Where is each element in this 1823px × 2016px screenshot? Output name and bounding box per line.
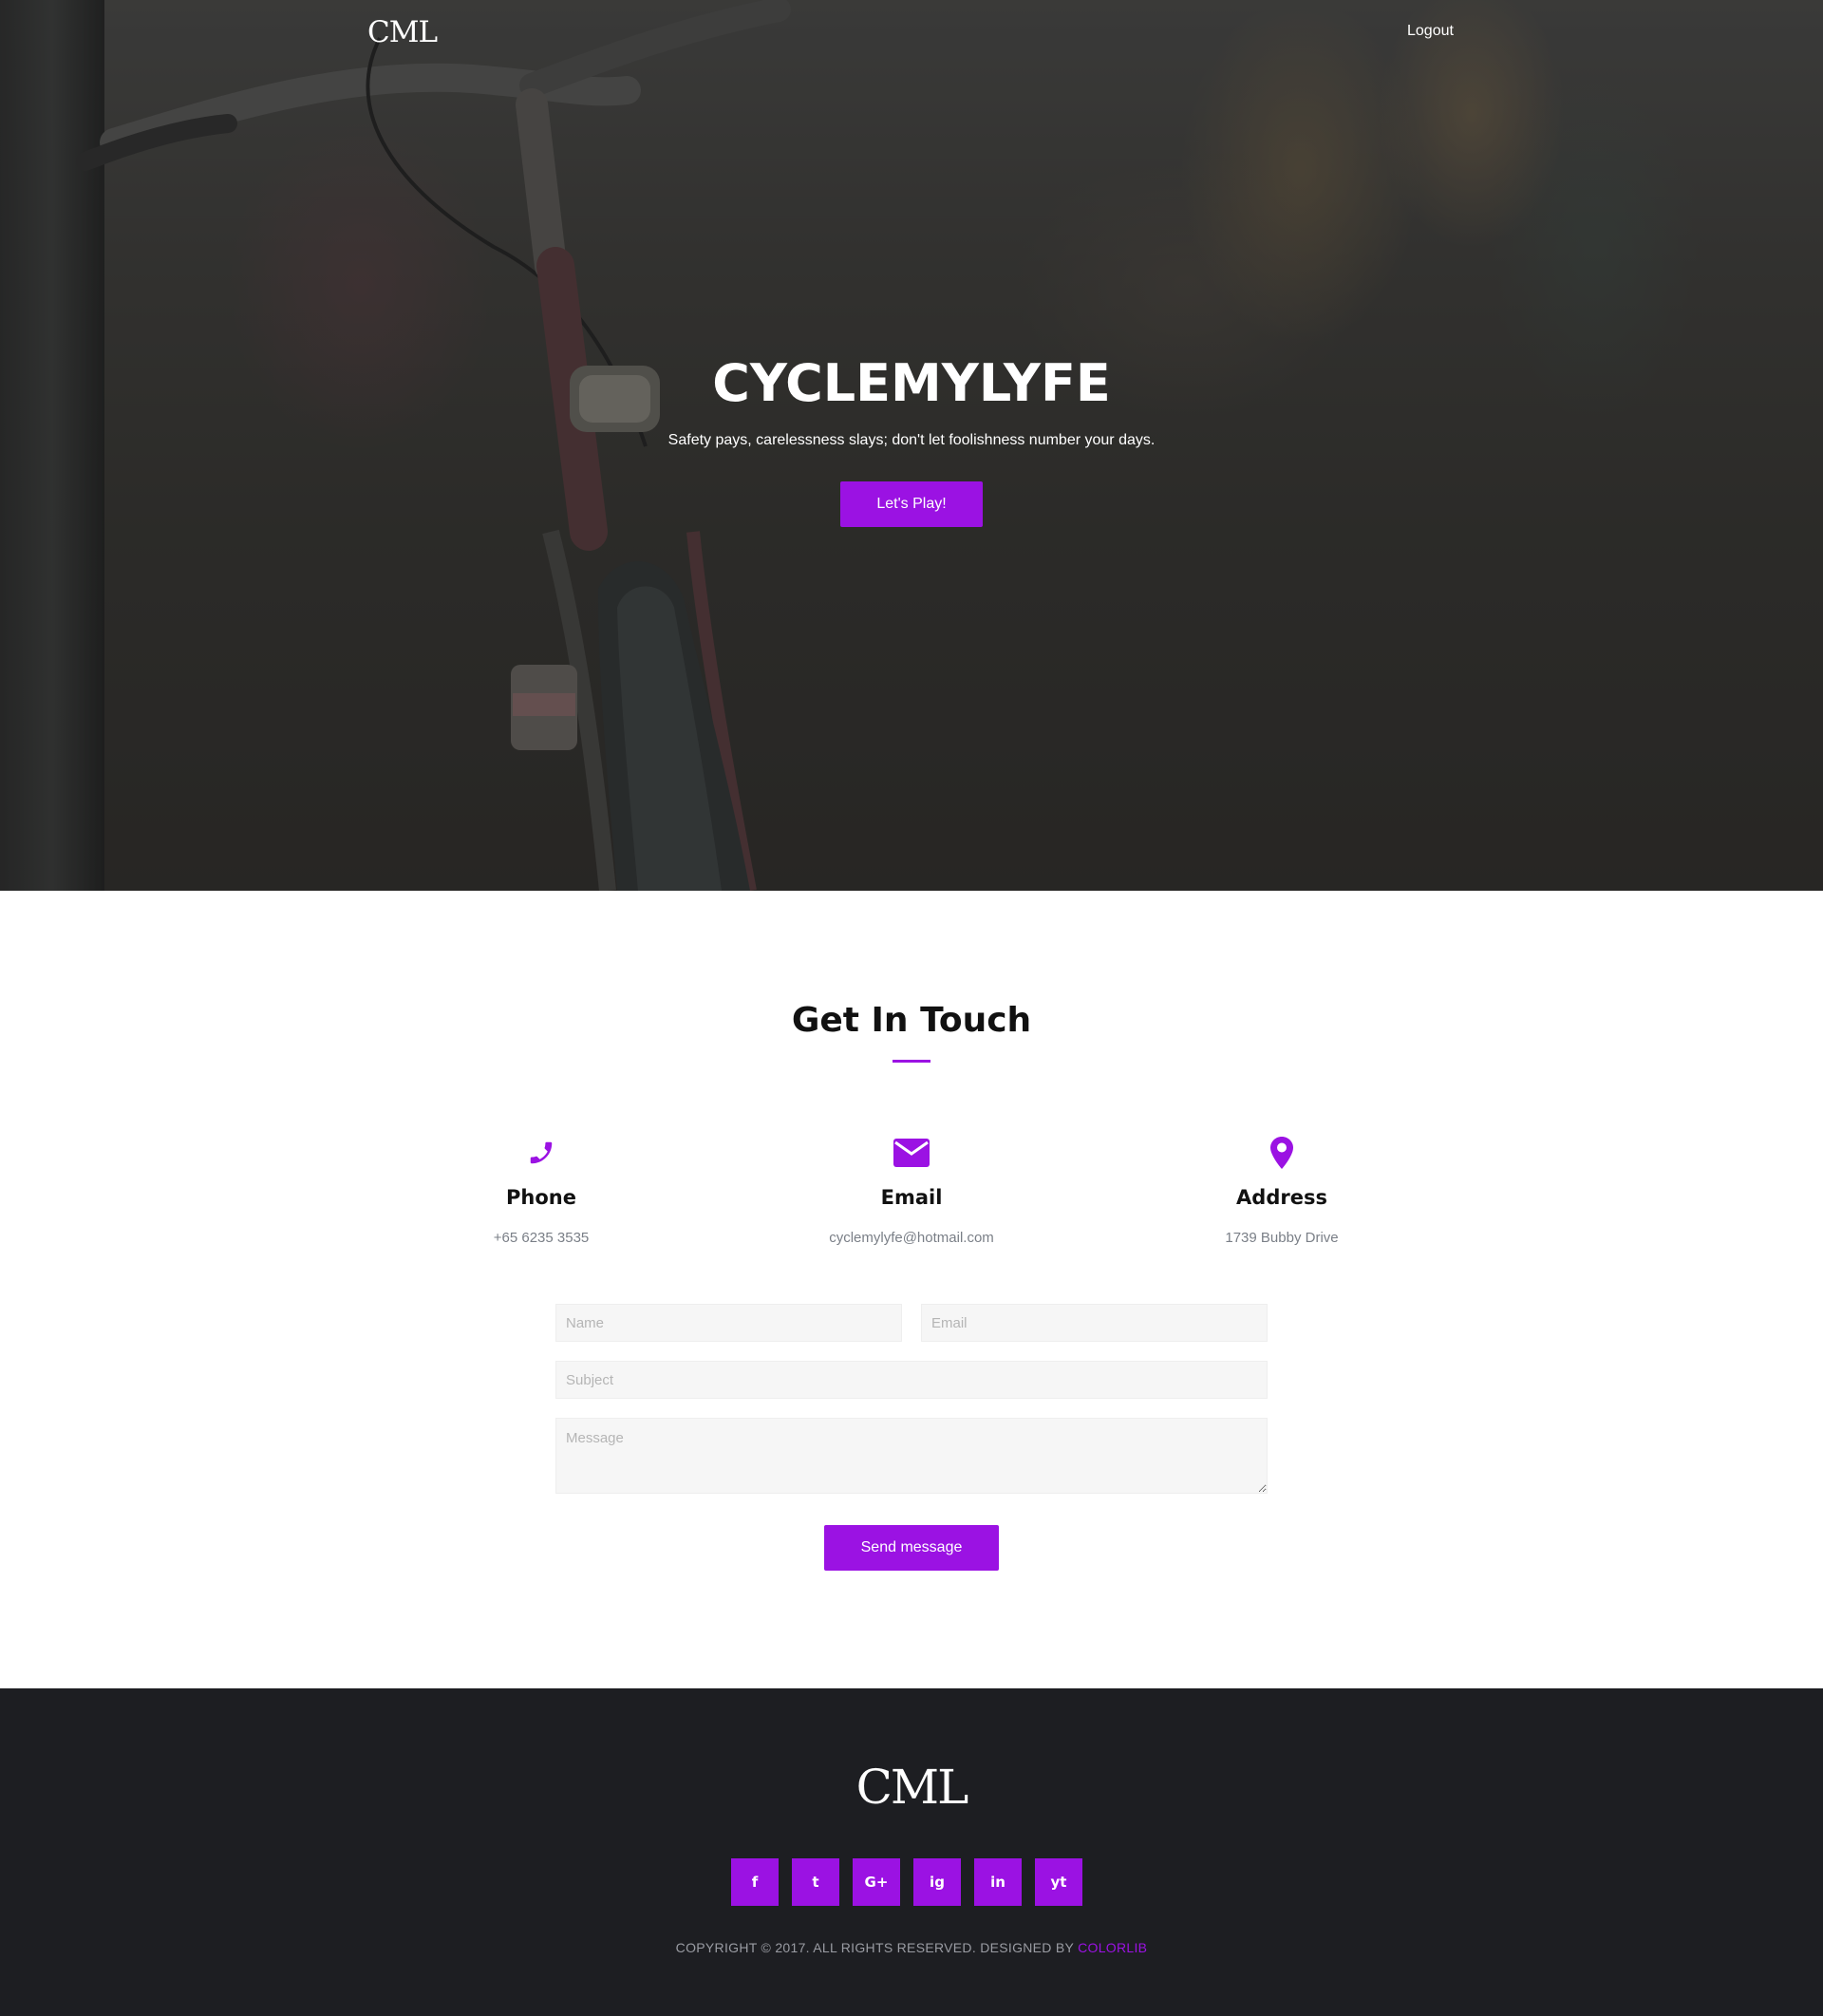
phone-value: +65 6235 3535: [493, 1230, 590, 1246]
send-message-button[interactable]: Send message: [824, 1525, 999, 1571]
message-textarea[interactable]: [555, 1418, 1268, 1494]
address-label: Address: [1236, 1186, 1327, 1209]
contact-title: Get In Touch: [791, 1001, 1032, 1040]
phone-info: Phone +65 6235 3535: [399, 1134, 684, 1246]
footer-logo[interactable]: CML: [0, 1760, 1823, 1815]
copyright-text: COPYRIGHT © 2017. ALL RIGHTS RESERVED. D…: [0, 1940, 1823, 1955]
social-links: f t G+ ig in yt: [731, 1858, 1082, 1906]
footer: CML f t G+ ig in yt COPYRIGHT © 2017. AL…: [0, 1688, 1823, 2016]
hero-content: CYCLEMYLYFE Safety pays, carelessness sl…: [0, 353, 1823, 527]
email-label: Email: [880, 1186, 943, 1209]
hero-title: CYCLEMYLYFE: [712, 353, 1111, 413]
address-info: Address 1739 Bubby Drive: [1139, 1134, 1424, 1246]
name-input[interactable]: [555, 1304, 902, 1342]
map-marker-icon: [1139, 1134, 1424, 1172]
google-plus-icon[interactable]: G+: [853, 1858, 900, 1906]
email-input[interactable]: [921, 1304, 1268, 1342]
hero-section: CML Logout CYCLEMYLYFE Safety pays, care…: [0, 0, 1823, 891]
email-value: cyclemylyfe@hotmail.com: [829, 1230, 994, 1246]
instagram-icon[interactable]: ig: [913, 1858, 961, 1906]
copyright-label: COPYRIGHT © 2017. ALL RIGHTS RESERVED. D…: [675, 1940, 1079, 1955]
contact-section: Get In Touch Phone +65 6235 3535 Email c…: [0, 891, 1823, 1688]
lets-play-button[interactable]: Let's Play!: [840, 481, 983, 527]
phone-icon: [399, 1134, 684, 1172]
address-value: 1739 Bubby Drive: [1225, 1230, 1339, 1246]
email-info: Email cyclemylyfe@hotmail.com: [769, 1134, 1054, 1246]
subject-input[interactable]: [555, 1361, 1268, 1399]
hero-subtitle: Safety pays, carelessness slays; don't l…: [667, 432, 1156, 448]
twitter-icon[interactable]: t: [792, 1858, 839, 1906]
youtube-icon[interactable]: yt: [1035, 1858, 1082, 1906]
logout-link[interactable]: Logout: [1407, 23, 1454, 40]
brand-logo[interactable]: CML: [367, 15, 438, 49]
linkedin-icon[interactable]: in: [974, 1858, 1022, 1906]
phone-label: Phone: [506, 1186, 576, 1209]
title-underline: [893, 1060, 930, 1063]
facebook-icon[interactable]: f: [731, 1858, 779, 1906]
envelope-icon: [769, 1134, 1054, 1172]
colorlib-link[interactable]: COLORLIB: [1078, 1940, 1147, 1955]
top-navbar: CML Logout: [0, 0, 1823, 66]
